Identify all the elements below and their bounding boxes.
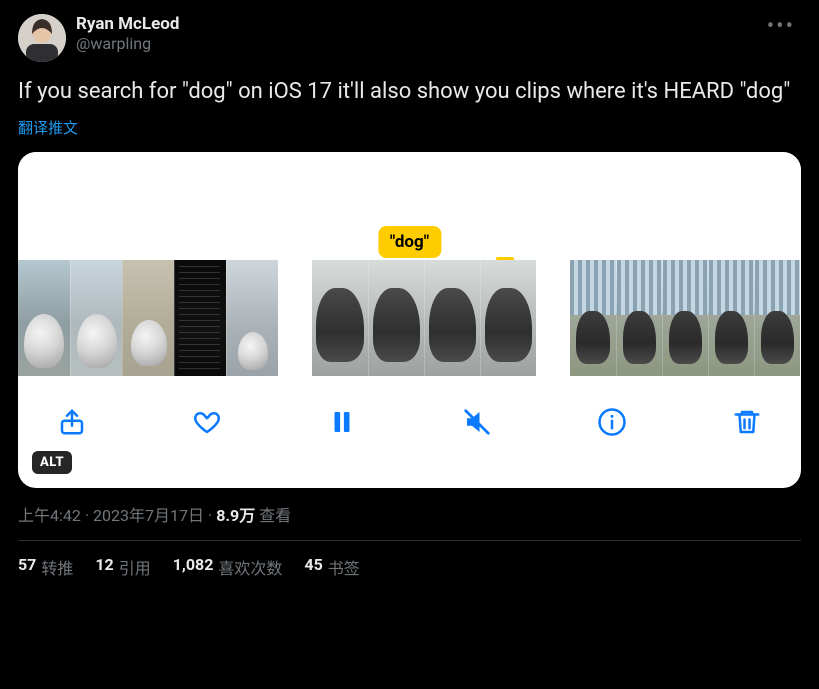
tweet-date[interactable]: 2023年7月17日	[93, 506, 204, 525]
retweets-stat[interactable]: 57 转推	[18, 555, 73, 579]
media-card[interactable]: "dog"	[18, 152, 801, 488]
likes-count: 1,082	[173, 555, 214, 579]
trash-icon[interactable]	[725, 400, 769, 444]
clip-group[interactable]	[570, 260, 800, 376]
media-header: "dog"	[18, 152, 801, 260]
quotes-stat[interactable]: 12 引用	[95, 555, 150, 579]
thumbnail[interactable]	[226, 260, 278, 376]
thumbnail[interactable]	[662, 260, 708, 376]
avatar[interactable]	[18, 14, 66, 62]
user-handle[interactable]: @warpling	[76, 34, 179, 53]
share-icon[interactable]	[50, 400, 94, 444]
thumbnail[interactable]	[570, 260, 616, 376]
thumbnail[interactable]	[174, 260, 226, 376]
divider	[18, 540, 801, 541]
quotes-label: 引用	[119, 555, 151, 579]
thumbnail[interactable]	[480, 260, 536, 376]
thumbnail[interactable]	[312, 260, 368, 376]
thumbnail[interactable]	[368, 260, 424, 376]
tweet-container: Ryan McLeod @warpling ••• If you search …	[0, 0, 819, 587]
timeline-strip[interactable]	[18, 260, 801, 376]
alt-badge[interactable]: ALT	[32, 451, 72, 474]
retweets-count: 57	[18, 555, 36, 579]
thumbnail[interactable]	[18, 260, 70, 376]
thumbnail[interactable]	[616, 260, 662, 376]
thumbnail[interactable]	[754, 260, 800, 376]
translate-link[interactable]: 翻译推文	[18, 117, 78, 138]
views-label: 查看	[259, 506, 291, 525]
thumbnail[interactable]	[424, 260, 480, 376]
media-tag: "dog"	[378, 226, 441, 258]
more-button[interactable]: •••	[761, 14, 801, 40]
mute-icon[interactable]	[455, 400, 499, 444]
thumbnail[interactable]	[122, 260, 174, 376]
media-toolbar	[18, 376, 801, 468]
tweet-meta: 上午4:42·2023年7月17日·8.9万 查看	[18, 502, 801, 526]
retweets-label: 转推	[41, 555, 73, 579]
bookmarks-count: 45	[304, 555, 322, 579]
heart-icon[interactable]	[185, 400, 229, 444]
pause-icon[interactable]	[320, 400, 364, 444]
user-block: Ryan McLeod @warpling	[76, 14, 179, 53]
clip-group[interactable]	[18, 260, 278, 376]
info-icon[interactable]	[590, 400, 634, 444]
display-name[interactable]: Ryan McLeod	[76, 14, 179, 34]
likes-stat[interactable]: 1,082 喜欢次数	[173, 555, 283, 579]
bookmarks-stat[interactable]: 45 书签	[304, 555, 359, 579]
likes-label: 喜欢次数	[218, 555, 282, 579]
tweet-time[interactable]: 上午4:42	[18, 506, 81, 525]
quotes-count: 12	[95, 555, 113, 579]
bookmarks-label: 书签	[328, 555, 360, 579]
thumbnail[interactable]	[70, 260, 122, 376]
thumbnail[interactable]	[708, 260, 754, 376]
clip-group[interactable]	[312, 260, 536, 376]
views-count[interactable]: 8.9万	[216, 506, 255, 525]
tweet-text: If you search for "dog" on iOS 17 it'll …	[18, 78, 801, 107]
engagement-stats: 57 转推 12 引用 1,082 喜欢次数 45 书签	[18, 555, 801, 579]
tweet-header: Ryan McLeod @warpling •••	[18, 14, 801, 62]
